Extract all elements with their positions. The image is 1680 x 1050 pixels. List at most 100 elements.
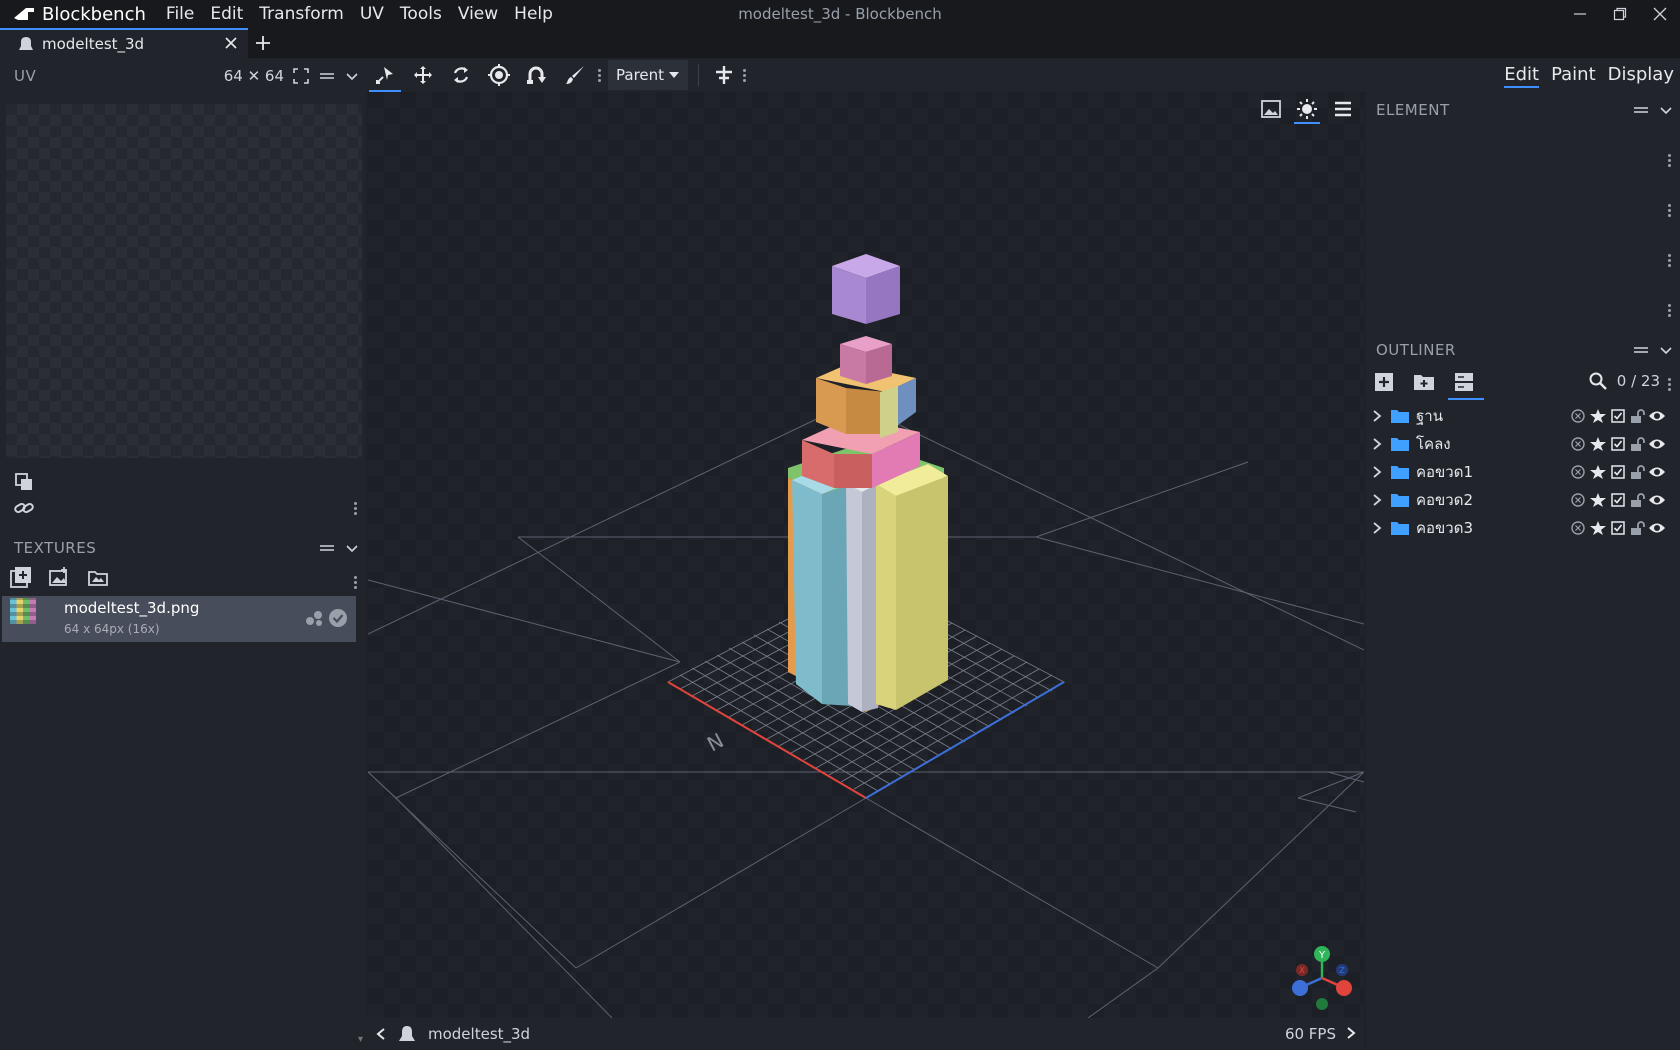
tool-pivot[interactable] — [480, 58, 518, 92]
star-icon[interactable] — [1589, 520, 1607, 536]
menu-lines-icon[interactable] — [318, 67, 336, 85]
fullscreen-icon[interactable] — [292, 67, 310, 85]
unlock-icon[interactable] — [1629, 520, 1645, 536]
outliner-group-row[interactable]: คอขวด1 — [1366, 458, 1680, 486]
texture-folder-icon[interactable] — [86, 566, 110, 588]
import-texture-icon[interactable] — [10, 566, 32, 588]
chevron-left-icon[interactable] — [374, 1027, 388, 1041]
mode-display[interactable]: Display — [1608, 58, 1674, 92]
menu-edit[interactable]: Edit — [202, 0, 251, 28]
orientation-gizmo[interactable]: Y X Z — [1290, 946, 1354, 1010]
element-more-icon-3[interactable] — [1666, 254, 1672, 267]
outliner-group-row[interactable]: ฐาน — [1366, 402, 1680, 430]
menu-lines-icon[interactable] — [318, 539, 336, 557]
check-circle-icon[interactable] — [328, 608, 348, 628]
outliner-options-button[interactable] — [1448, 370, 1484, 400]
menu-lines-icon[interactable] — [1632, 101, 1650, 119]
add-group-button[interactable] — [1412, 370, 1436, 394]
mode-edit[interactable]: Edit — [1504, 58, 1539, 92]
tool-center[interactable] — [709, 58, 739, 92]
outliner-group-row[interactable]: คอขวด2 — [1366, 486, 1680, 514]
menu-tools[interactable]: Tools — [392, 0, 450, 28]
checkbox-icon[interactable] — [1610, 436, 1626, 452]
restore-button[interactable] — [1600, 0, 1640, 28]
link-uv-button[interactable] — [12, 496, 36, 520]
export-toggle-icon[interactable] — [1570, 436, 1586, 452]
chevron-down-icon[interactable] — [344, 68, 360, 84]
eye-icon[interactable] — [1648, 437, 1666, 451]
export-toggle-icon[interactable] — [1570, 408, 1586, 424]
menu-view[interactable]: View — [450, 0, 506, 28]
toolbar-more-icon[interactable] — [596, 68, 602, 82]
menu-file[interactable]: File — [158, 0, 202, 28]
tool-resize[interactable] — [442, 58, 480, 92]
menu-transform[interactable]: Transform — [251, 0, 352, 28]
gizmo-x-handle[interactable] — [1336, 980, 1352, 996]
star-icon[interactable] — [1589, 408, 1607, 424]
chevron-right-icon[interactable] — [1370, 493, 1384, 507]
unlock-icon[interactable] — [1629, 464, 1645, 480]
eye-icon[interactable] — [1648, 521, 1666, 535]
transform-space-select[interactable]: Parent — [608, 60, 689, 90]
element-more-icon-4[interactable] — [1666, 304, 1672, 317]
uv-more-menu-icon[interactable] — [352, 502, 358, 515]
uv-size[interactable]: 64 ✕ 64 — [224, 67, 284, 85]
copy-paste-uv-button[interactable] — [12, 470, 36, 494]
checkbox-icon[interactable] — [1610, 492, 1626, 508]
background-image-button[interactable] — [1258, 96, 1284, 122]
tool-vertex-snap[interactable] — [518, 58, 556, 92]
chevron-right-icon[interactable] — [1370, 437, 1384, 451]
tool-move-select[interactable] — [366, 58, 404, 92]
tool-brush[interactable] — [556, 58, 594, 92]
outliner-more-icon[interactable] — [1666, 378, 1672, 391]
chevron-down-icon[interactable] — [1658, 102, 1674, 118]
chevron-right-icon[interactable] — [1344, 1026, 1358, 1040]
lighting-button[interactable] — [1294, 96, 1320, 124]
gizmo-neg-y-handle[interactable] — [1316, 998, 1328, 1010]
checkbox-icon[interactable] — [1610, 464, 1626, 480]
outliner-group-row[interactable]: โคลง — [1366, 430, 1680, 458]
eye-icon[interactable] — [1648, 409, 1666, 423]
minimize-button[interactable] — [1560, 0, 1600, 28]
checkbox-icon[interactable] — [1610, 408, 1626, 424]
chevron-down-icon[interactable] — [1658, 342, 1674, 358]
chevron-down-icon[interactable] — [344, 540, 360, 556]
close-window-button[interactable] — [1640, 0, 1680, 28]
new-tab-button[interactable] — [248, 28, 278, 58]
element-more-icon-1[interactable] — [1666, 154, 1672, 167]
search-icon[interactable] — [1589, 372, 1607, 390]
export-toggle-icon[interactable] — [1570, 520, 1586, 536]
checkbox-icon[interactable] — [1610, 520, 1626, 536]
tab-modeltest[interactable]: modeltest_3d — [0, 28, 248, 58]
star-icon[interactable] — [1589, 436, 1607, 452]
textures-more-menu-icon[interactable] — [352, 576, 358, 589]
export-toggle-icon[interactable] — [1570, 464, 1586, 480]
uv-editor-canvas[interactable] — [6, 104, 362, 458]
chevron-right-icon[interactable] — [1370, 465, 1384, 479]
mode-paint[interactable]: Paint — [1551, 58, 1596, 92]
unlock-icon[interactable] — [1629, 408, 1645, 424]
add-cube-button[interactable] — [1372, 370, 1396, 394]
export-toggle-icon[interactable] — [1570, 492, 1586, 508]
tool-move[interactable] — [404, 58, 442, 92]
star-icon[interactable] — [1589, 492, 1607, 508]
toolbar-more-icon-2[interactable] — [741, 68, 747, 82]
menu-help[interactable]: Help — [506, 0, 561, 28]
chevron-right-icon[interactable] — [1370, 521, 1384, 535]
outliner-group-row[interactable]: คอขวด3 — [1366, 514, 1680, 542]
texture-item[interactable]: modeltest_3d.png 64 x 64px (16x) — [2, 596, 356, 642]
particle-icon[interactable] — [304, 609, 324, 627]
close-tab-icon[interactable] — [224, 36, 238, 50]
gizmo-z-handle[interactable] — [1292, 980, 1308, 996]
chevron-right-icon[interactable] — [1370, 409, 1384, 423]
3d-viewport[interactable]: N Y X Z — [368, 92, 1364, 1018]
unlock-icon[interactable] — [1629, 436, 1645, 452]
menu-lines-icon[interactable] — [1632, 341, 1650, 359]
element-more-icon-2[interactable] — [1666, 204, 1672, 217]
menu-uv[interactable]: UV — [352, 0, 392, 28]
unlock-icon[interactable] — [1629, 492, 1645, 508]
viewport-menu-button[interactable] — [1330, 96, 1356, 122]
eye-icon[interactable] — [1648, 493, 1666, 507]
eye-icon[interactable] — [1648, 465, 1666, 479]
star-icon[interactable] — [1589, 464, 1607, 480]
